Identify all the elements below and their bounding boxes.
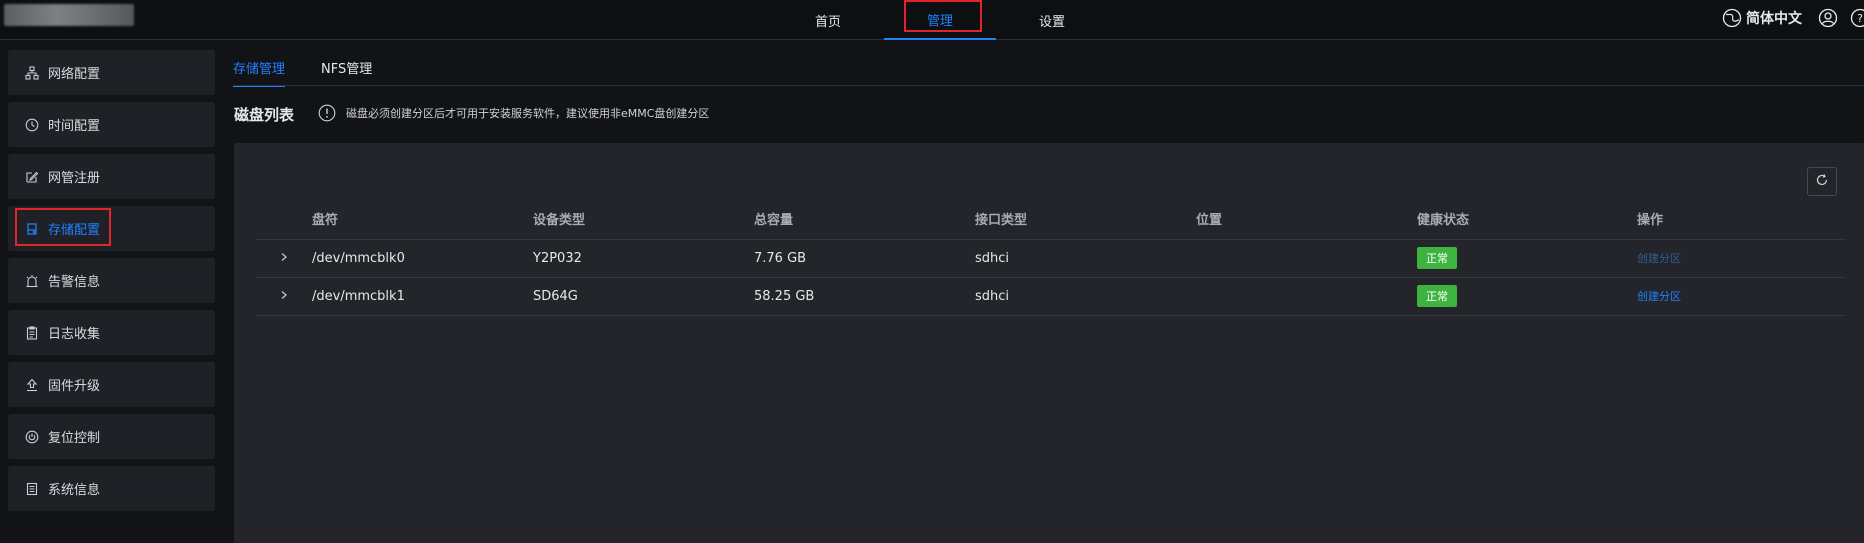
clipboard-icon	[24, 325, 40, 341]
sidebar-item-firmware[interactable]: 固件升级	[8, 362, 215, 407]
notice: 磁盘必须创建分区后才可用于安装服务软件，建议使用非eMMC盘创建分区	[318, 104, 709, 122]
disk-list-panel: 盘符 设备类型 总容量 接口类型 位置 健康状态 操作 /dev/mm	[234, 143, 1864, 543]
logo	[4, 4, 134, 26]
help-icon[interactable]: ?	[1850, 8, 1864, 28]
globe-icon	[1722, 8, 1742, 28]
sidebar-item-label: 固件升级	[48, 375, 100, 394]
refresh-button[interactable]	[1807, 167, 1837, 196]
status-badge: 正常	[1417, 247, 1457, 269]
sidebar-item-label: 系统信息	[48, 479, 100, 498]
expand-column-header	[256, 199, 312, 239]
chevron-right-icon	[280, 251, 288, 266]
refresh-icon	[1815, 172, 1829, 191]
column-header: 操作	[1637, 199, 1846, 239]
cell-interface: sdhci	[975, 277, 1196, 315]
document-icon	[24, 481, 40, 497]
cell-location	[1196, 277, 1417, 315]
top-bar: 首页 管理 设置 简体中文 ?	[0, 0, 1864, 40]
network-icon	[24, 65, 40, 81]
highlight-box	[15, 208, 111, 246]
language-label: 简体中文	[1746, 8, 1802, 28]
tab-storage-management[interactable]: 存储管理	[233, 58, 285, 87]
nav-settings-label: 设置	[1039, 11, 1065, 30]
notice-text: 磁盘必须创建分区后才可用于安装服务软件，建议使用非eMMC盘创建分区	[346, 105, 709, 121]
column-header: 盘符	[312, 199, 533, 239]
cell-drive: /dev/mmcblk0	[312, 239, 533, 277]
svg-text:?: ?	[1857, 12, 1863, 25]
disk-table: 盘符 设备类型 总容量 接口类型 位置 健康状态 操作 /dev/mm	[256, 199, 1846, 316]
upgrade-icon	[24, 377, 40, 393]
nav-home-label: 首页	[815, 11, 841, 30]
power-icon	[24, 429, 40, 445]
column-header: 健康状态	[1417, 199, 1637, 239]
nav-manage[interactable]: 管理	[884, 0, 996, 40]
cell-capacity: 7.76 GB	[754, 239, 975, 277]
nav-settings[interactable]: 设置	[996, 0, 1108, 40]
expand-row-button[interactable]	[256, 239, 312, 277]
sidebar-item-logs[interactable]: 日志收集	[8, 310, 215, 355]
chevron-right-icon	[280, 289, 288, 304]
column-header: 接口类型	[975, 199, 1196, 239]
sidebar-item-label: 网络配置	[48, 63, 100, 82]
info-icon	[318, 104, 336, 122]
alarm-icon	[24, 273, 40, 289]
table-row: /dev/mmcblk1 SD64G 58.25 GB sdhci 正常 创建分…	[256, 277, 1846, 315]
nav-home[interactable]: 首页	[772, 0, 884, 40]
top-right-tools: 简体中文 ?	[1722, 0, 1864, 36]
sidebar-item-label: 时间配置	[48, 115, 100, 134]
cell-device-type: SD64G	[533, 277, 754, 315]
cell-health: 正常	[1417, 239, 1637, 277]
cell-action: 创建分区	[1637, 277, 1846, 315]
expand-row-button[interactable]	[256, 277, 312, 315]
create-partition-link[interactable]: 创建分区	[1637, 290, 1681, 303]
cell-drive: /dev/mmcblk1	[312, 277, 533, 315]
cell-device-type: Y2P032	[533, 239, 754, 277]
create-partition-link[interactable]: 创建分区	[1637, 252, 1681, 265]
sidebar-item-label: 网管注册	[48, 167, 100, 186]
language-switcher[interactable]: 简体中文	[1722, 8, 1802, 28]
sidebar: 网络配置 时间配置 网管注册 存储配置 告警信息 日志收集 固件升	[8, 50, 215, 518]
user-icon[interactable]	[1818, 8, 1838, 28]
sidebar-item-reset[interactable]: 复位控制	[8, 414, 215, 459]
column-header: 设备类型	[533, 199, 754, 239]
sidebar-item-register[interactable]: 网管注册	[8, 154, 215, 199]
clock-icon	[24, 117, 40, 133]
sidebar-item-label: 复位控制	[48, 427, 100, 446]
cell-health: 正常	[1417, 277, 1637, 315]
column-header: 总容量	[754, 199, 975, 239]
edit-icon	[24, 169, 40, 185]
sidebar-item-alarm[interactable]: 告警信息	[8, 258, 215, 303]
cell-capacity: 58.25 GB	[754, 277, 975, 315]
cell-interface: sdhci	[975, 239, 1196, 277]
sidebar-item-label: 告警信息	[48, 271, 100, 290]
tab-divider	[233, 85, 1864, 86]
sidebar-item-label: 日志收集	[48, 323, 100, 342]
sidebar-item-system[interactable]: 系统信息	[8, 466, 215, 511]
section-title: 磁盘列表	[234, 104, 294, 125]
status-badge: 正常	[1417, 285, 1457, 307]
sidebar-item-storage[interactable]: 存储配置	[8, 206, 215, 251]
tab-bar: 存储管理 NFS管理	[233, 58, 408, 87]
sidebar-item-time[interactable]: 时间配置	[8, 102, 215, 147]
column-header: 位置	[1196, 199, 1417, 239]
tab-nfs-management[interactable]: NFS管理	[321, 58, 372, 87]
highlight-box	[904, 0, 982, 32]
table-header: 盘符 设备类型 总容量 接口类型 位置 健康状态 操作	[256, 199, 1846, 239]
cell-action: 创建分区	[1637, 239, 1846, 277]
sidebar-item-network[interactable]: 网络配置	[8, 50, 215, 95]
table-row: /dev/mmcblk0 Y2P032 7.76 GB sdhci 正常 创建分…	[256, 239, 1846, 277]
cell-location	[1196, 239, 1417, 277]
